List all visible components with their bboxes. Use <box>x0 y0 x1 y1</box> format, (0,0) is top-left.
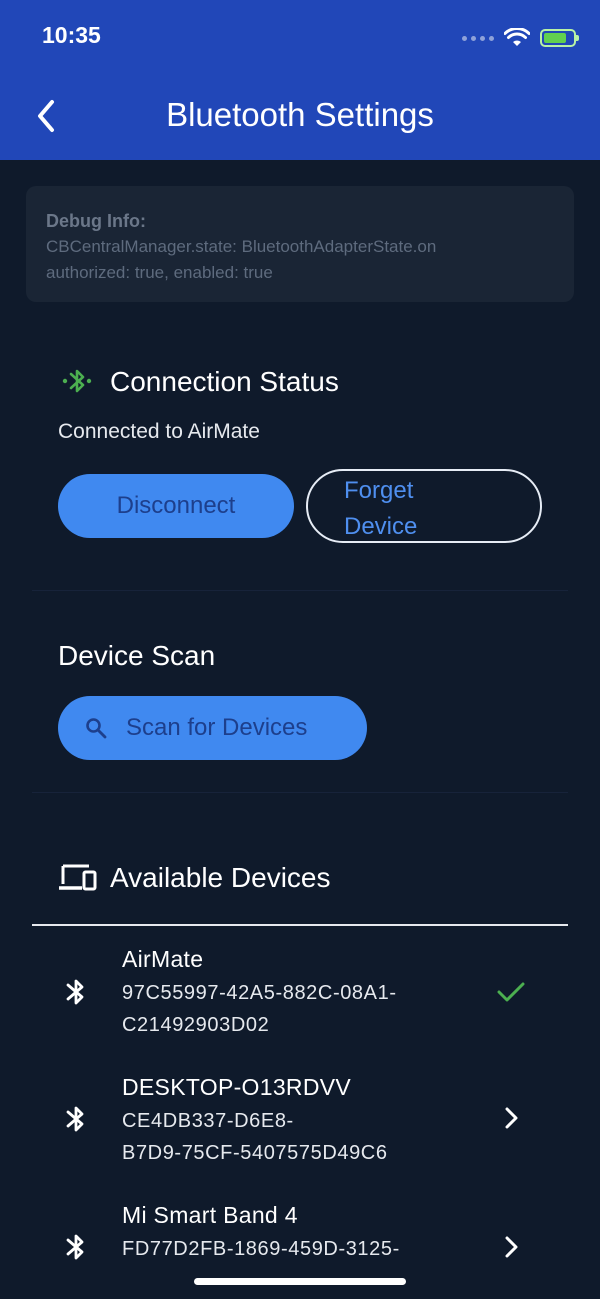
section-divider <box>32 792 568 793</box>
device-uuid: CE4DB337-D6E8- B7D9-75CF-5407575D49C6 <box>122 1105 482 1169</box>
bluetooth-connected-icon <box>62 369 92 393</box>
devices-icon <box>59 864 97 891</box>
disconnect-button[interactable]: Disconnect <box>58 474 294 538</box>
debug-info-panel: Debug Info: CBCentralManager.state: Blue… <box>26 186 574 302</box>
chevron-right-icon <box>505 1236 518 1258</box>
disconnect-button-label: Disconnect <box>116 492 236 519</box>
forget-device-button[interactable]: Forget Device <box>306 469 542 543</box>
search-icon <box>86 718 107 739</box>
device-name: Mi Smart Band 4 <box>122 1202 298 1228</box>
device-uuid: 97C55997-42A5-882C-08A1- C21492903D02 <box>122 977 482 1041</box>
wifi-icon <box>504 28 530 46</box>
device-uuid-line1: CE4DB337-D6E8- <box>122 1110 294 1132</box>
device-name: DESKTOP-O13RDVV <box>122 1074 352 1100</box>
device-uuid-line1: 97C55997-42A5-882C-08A1- <box>122 982 397 1004</box>
scan-button-label: Scan for Devices <box>126 714 308 741</box>
home-indicator[interactable] <box>194 1278 406 1285</box>
connection-status-title: Connection Status <box>110 366 339 397</box>
bluetooth-icon <box>66 1106 84 1132</box>
device-name: AirMate <box>122 946 204 972</box>
connection-status-text: Connected to AirMate <box>58 420 260 443</box>
device-uuid-line1: FD77D2FB-1869-459D-3125- <box>122 1238 400 1260</box>
device-uuid-line2: C21492903D02 <box>122 1014 270 1036</box>
device-item-mi-smart-band[interactable]: Mi Smart Band 4 FD77D2FB-1869-459D-3125- <box>0 1196 600 1276</box>
device-item-airmate[interactable]: AirMate 97C55997-42A5-882C-08A1- C214929… <box>0 940 600 1048</box>
chevron-right-icon <box>505 1107 518 1129</box>
device-uuid: FD77D2FB-1869-459D-3125- <box>122 1233 482 1265</box>
bluetooth-icon <box>66 979 84 1005</box>
devices-divider <box>32 924 568 926</box>
forget-device-label-line2: Device <box>344 513 418 540</box>
debug-title: Debug Info: <box>46 211 146 231</box>
forget-device-label-line1: Forget <box>344 477 414 504</box>
section-divider <box>32 590 568 591</box>
status-icons <box>462 24 579 52</box>
status-time: 10:35 <box>42 22 101 48</box>
available-devices-title: Available Devices <box>110 862 331 893</box>
battery-charging-icon <box>540 29 579 47</box>
debug-line-state: CBCentralManager.state: BluetoothAdapter… <box>46 237 437 256</box>
bluetooth-icon <box>66 1234 84 1260</box>
device-scan-title: Device Scan <box>58 640 216 671</box>
device-item-desktop[interactable]: DESKTOP-O13RDVV CE4DB337-D6E8- B7D9-75CF… <box>0 1068 600 1176</box>
signal-dots-icon <box>462 35 494 41</box>
scan-for-devices-button[interactable]: Scan for Devices <box>58 696 367 760</box>
page-title: Bluetooth Settings <box>166 96 434 133</box>
debug-line-auth: authorized: true, enabled: true <box>46 263 273 282</box>
device-uuid-line2: B7D9-75CF-5407575D49C6 <box>122 1142 388 1164</box>
app-header: 10:35 Bluetooth Settings <box>0 0 600 160</box>
checkmark-icon <box>497 982 525 1002</box>
